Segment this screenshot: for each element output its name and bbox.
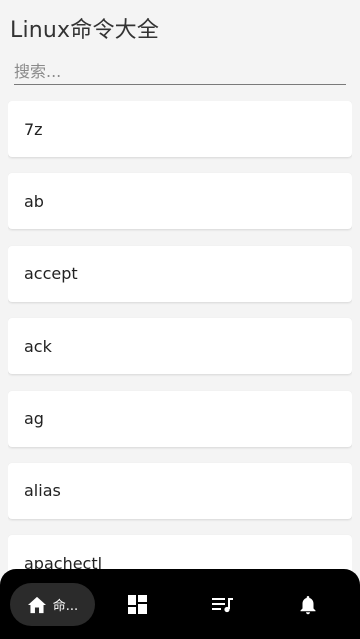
bottom-navigation: 命...: [0, 569, 360, 639]
nav-item-notifications[interactable]: [270, 583, 345, 626]
command-list[interactable]: 7z ab accept ack ag alias apachectl: [8, 101, 352, 571]
list-item-label: accept: [24, 264, 78, 284]
list-item-label: alias: [24, 481, 61, 501]
list-item[interactable]: apachectl: [8, 535, 352, 571]
dashboard-icon: [128, 595, 147, 614]
nav-item-queue-music[interactable]: [185, 583, 260, 626]
list-item[interactable]: accept: [8, 245, 352, 302]
list-item-label: ack: [24, 336, 52, 356]
list-item-label: ab: [24, 191, 44, 211]
search-field[interactable]: [14, 58, 346, 85]
queue-music-icon: [211, 597, 234, 613]
list-item[interactable]: 7z: [8, 101, 352, 157]
nav-item-label: 命...: [52, 599, 79, 614]
list-item[interactable]: ack: [8, 318, 352, 375]
list-item[interactable]: alias: [8, 462, 352, 519]
list-item[interactable]: ab: [8, 173, 352, 230]
page-title: Linux命令大全: [10, 18, 160, 43]
list-item-label: 7z: [24, 119, 43, 139]
list-item-label: ag: [24, 409, 44, 429]
bell-icon: [299, 595, 317, 615]
nav-item-home[interactable]: 命...: [10, 583, 95, 626]
nav-item-dashboard[interactable]: [100, 583, 175, 626]
list-item[interactable]: ag: [8, 390, 352, 447]
home-icon: [27, 596, 47, 614]
search-input[interactable]: [14, 58, 346, 84]
